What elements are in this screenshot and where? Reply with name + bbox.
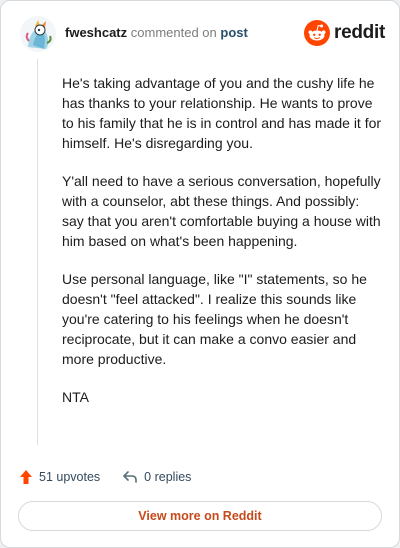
comment-header: fweshcatz commented on post reddit (19, 15, 385, 55)
comment-paragraph: Y'all need to have a serious conversatio… (62, 173, 381, 249)
user-avatar[interactable] (19, 15, 57, 53)
avatar-icon (20, 16, 56, 52)
upvote-arrow-icon (20, 470, 32, 484)
reddit-brand[interactable]: reddit (304, 19, 385, 47)
reddit-logo-icon (304, 20, 331, 46)
post-link[interactable]: post (220, 25, 247, 40)
view-more-button[interactable]: View more on Reddit (18, 501, 382, 531)
comment-meta: fweshcatz commented on post (65, 25, 248, 41)
thread-line (37, 59, 38, 445)
comment-actions: 51 upvotes 0 replies (19, 467, 213, 487)
comment-paragraph: NTA (62, 389, 89, 405)
comment-body: He's taking advantage of you and the cus… (62, 73, 384, 425)
upvote-button[interactable]: 51 upvotes (19, 469, 100, 485)
comment-embed-card: fweshcatz commented on post reddit He's … (0, 0, 400, 548)
action-text: commented on (130, 25, 217, 40)
username[interactable]: fweshcatz (65, 25, 127, 40)
replies-button[interactable]: 0 replies (122, 470, 191, 484)
comment-paragraph: Use personal language, like "I" statemen… (62, 271, 367, 367)
comment-paragraph: He's taking advantage of you and the cus… (62, 75, 382, 151)
reply-arrow-icon (123, 471, 137, 483)
reply-count: 0 replies (144, 470, 192, 484)
upvote-count: 51 upvotes (39, 470, 101, 484)
reddit-wordmark: reddit (334, 22, 385, 43)
